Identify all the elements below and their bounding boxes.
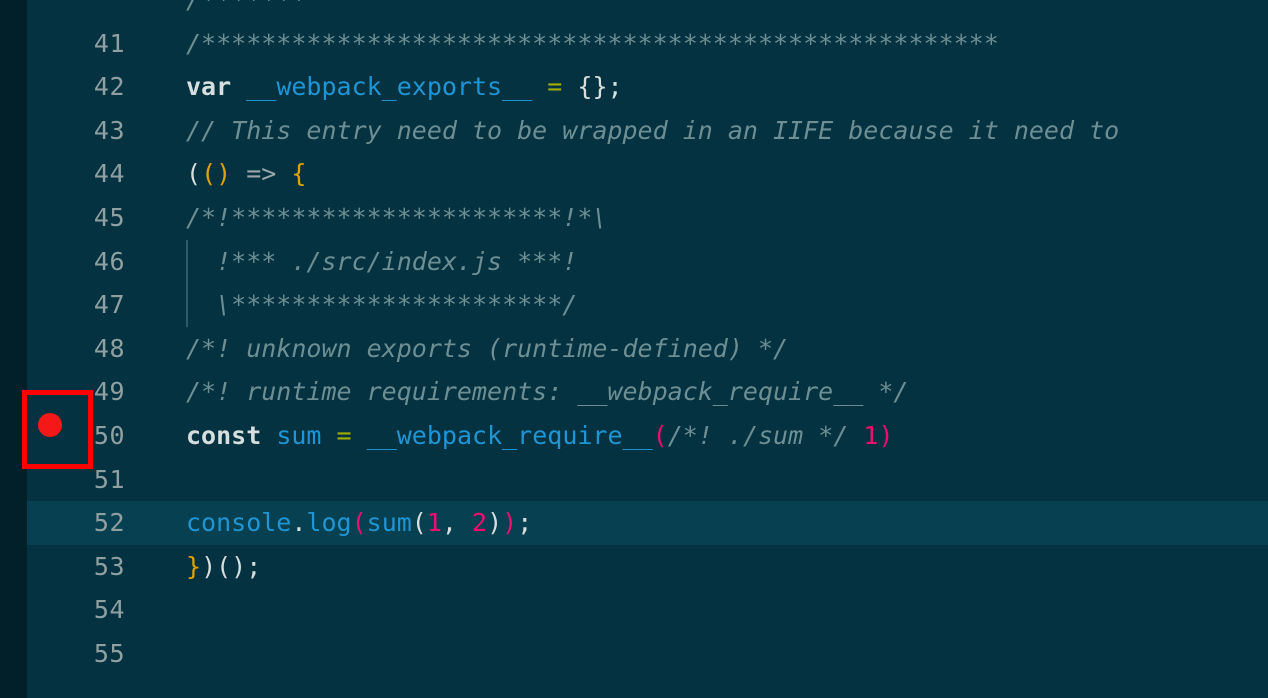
code-line[interactable]: 45 /*!**********************!*\ <box>0 196 1268 240</box>
code-token: ) <box>878 421 894 450</box>
code-token: )(); <box>201 551 262 581</box>
code-token: const <box>186 421 277 450</box>
code-token: /*! unknown exports (runtime-defined) */ <box>186 333 789 363</box>
code-token: => <box>246 159 277 189</box>
code-token: } <box>186 551 202 581</box>
line-number: 53 <box>93 551 125 581</box>
code-token: = <box>547 72 563 102</box>
code-token: log <box>306 508 352 538</box>
code-token: ( <box>186 159 202 189</box>
code-line[interactable]: 55 <box>0 632 1268 676</box>
code-line-content[interactable]: \**********************/ <box>186 283 577 327</box>
code-line[interactable]: 41 /*************************************… <box>0 22 1268 66</box>
code-line-content[interactable]: !*** ./src/index.js ***! <box>186 240 577 284</box>
line-number: 42 <box>93 72 125 102</box>
code-line-content[interactable]: /*! runtime requirements: __webpack_requ… <box>186 370 908 414</box>
code-token: ; <box>517 508 533 538</box>
code-token: __webpack_exports__ <box>246 72 533 102</box>
line-number: 44 <box>93 159 125 189</box>
code-line-content[interactable]: /***************************************… <box>186 22 999 66</box>
code-line-content[interactable]: (() => { <box>186 152 306 196</box>
code-line[interactable]: 42 var __webpack_exports__ = {}; <box>0 65 1268 109</box>
code-line-content[interactable]: })(); <box>186 545 261 589</box>
line-number: 55 <box>93 639 125 668</box>
code-token: // This entry need to be wrapped in an I… <box>186 115 1120 145</box>
code-lines-container[interactable]: /******* 41 /*****************************… <box>0 0 1268 698</box>
code-token: sum <box>276 421 322 450</box>
code-line[interactable]: 47 \**********************/ <box>0 283 1268 327</box>
code-line[interactable]: 44 (() => { <box>0 152 1268 196</box>
code-token: ) <box>502 508 518 538</box>
code-line-content[interactable]: /*! unknown exports (runtime-defined) */ <box>186 327 788 371</box>
line-number: 43 <box>93 115 125 145</box>
code-line[interactable]: 50 const sum = __webpack_require__(/*! ./… <box>0 414 1268 458</box>
line-number: 45 <box>93 203 125 232</box>
code-token: = <box>336 421 352 450</box>
code-editor[interactable]: /******* 41 /*****************************… <box>0 0 1268 698</box>
code-line-content[interactable]: var __webpack_exports__ = {}; <box>186 65 623 109</box>
code-line-content[interactable]: const sum = __webpack_require__(/*! ./su… <box>186 414 894 458</box>
line-number: 46 <box>93 246 125 276</box>
code-token: __webpack_require__ <box>366 421 653 450</box>
code-token: {}; <box>577 72 623 102</box>
line-number: 48 <box>93 333 125 363</box>
code-token: \**********************/ <box>186 290 578 320</box>
code-token: () <box>201 159 232 189</box>
code-token: /*! ./sum */ <box>667 421 849 450</box>
code-line[interactable]: 53})(); <box>0 545 1268 589</box>
code-token: 1 <box>863 421 879 450</box>
code-token: ) <box>487 508 503 538</box>
code-token: /***************************************… <box>186 28 999 58</box>
code-token: { <box>291 159 307 189</box>
code-line[interactable]: 49 /*! runtime requirements: __webpack_re… <box>0 370 1268 414</box>
code-line-content[interactable]: // This entry need to be wrapped in an I… <box>186 109 1119 153</box>
code-token: . <box>291 508 307 538</box>
code-token: 2 <box>472 508 488 538</box>
code-token: console <box>186 508 292 538</box>
code-token: sum <box>366 508 412 538</box>
code-token: /*! runtime requirements: __webpack_requ… <box>186 377 909 407</box>
code-line-content[interactable]: /*!**********************!*\ <box>186 196 607 240</box>
code-line[interactable]: 46 !*** ./src/index.js ***! <box>0 239 1268 284</box>
code-line-content[interactable]: /******* <box>186 0 306 22</box>
code-line[interactable]: 48 /*! unknown exports (runtime-defined) … <box>0 327 1268 371</box>
code-token: var <box>186 72 247 102</box>
line-number: 52 <box>93 508 125 538</box>
line-number: 49 <box>93 377 125 407</box>
code-line[interactable]: 54 <box>0 588 1268 632</box>
line-number: 50 <box>93 421 125 450</box>
code-token: , <box>441 508 473 538</box>
code-line[interactable]: 51 <box>0 458 1268 502</box>
code-line-content[interactable]: console.log(sum(1, 2)); <box>186 501 532 545</box>
code-line[interactable]: 43 // This entry need to be wrapped in an… <box>0 109 1268 153</box>
line-number: 41 <box>93 28 125 58</box>
code-token: ( <box>411 508 427 538</box>
code-token: 1 <box>426 508 442 538</box>
line-number: 54 <box>93 595 125 625</box>
code-line[interactable]: /******* <box>0 0 1268 22</box>
line-number: 51 <box>93 464 125 494</box>
code-token: /*!**********************!*\ <box>186 203 608 232</box>
code-token: /******* <box>186 0 306 14</box>
code-token: ( <box>652 421 668 450</box>
breakpoint-dot[interactable] <box>38 413 62 437</box>
code-line[interactable]: 52 console.log(sum(1, 2)); <box>0 501 1268 546</box>
code-token: !*** ./src/index.js ***! <box>186 246 578 276</box>
line-number: 47 <box>93 290 125 320</box>
code-token: ( <box>351 508 367 538</box>
